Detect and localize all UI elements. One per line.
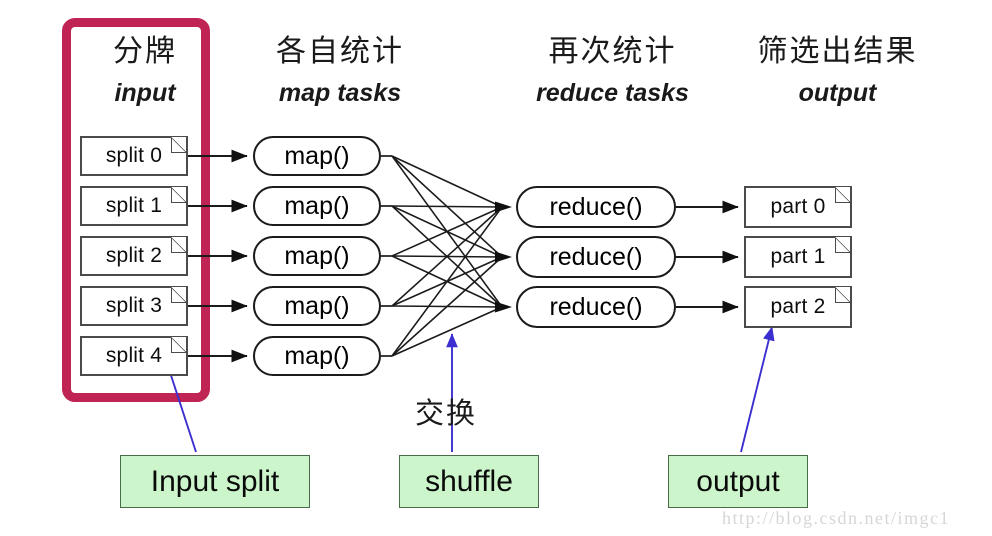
reduce-task-node: reduce() <box>516 186 676 228</box>
column-heading-input-cn: 分牌 <box>113 34 177 69</box>
column-heading-output: 筛选出结果 output <box>735 36 940 106</box>
map-task-label: map() <box>284 241 350 270</box>
input-split-box: split 3 <box>80 286 188 326</box>
column-heading-map-cn: 各自统计 <box>276 34 404 69</box>
map-task-node: map() <box>253 186 381 226</box>
input-split-box: split 4 <box>80 336 188 376</box>
map-task-label: map() <box>284 191 350 220</box>
input-split-label: split 4 <box>105 344 163 367</box>
output-part-box: part 1 <box>744 236 852 278</box>
map-task-label: map() <box>284 341 350 370</box>
reduce-task-node: reduce() <box>516 236 676 278</box>
annotation-output: output <box>668 455 808 508</box>
output-part-box: part 2 <box>744 286 852 328</box>
input-split-label: split 0 <box>105 144 163 167</box>
reduce-task-label: reduce() <box>549 192 643 221</box>
map-task-node: map() <box>253 236 381 276</box>
page-fold-icon <box>171 237 186 253</box>
reduce-task-node: reduce() <box>516 286 676 328</box>
map-task-label: map() <box>284 141 350 170</box>
annotation-input-split: Input split <box>120 455 310 508</box>
annotation-shuffle: shuffle <box>399 455 539 508</box>
column-heading-map: 各自统计 map tasks <box>240 36 440 106</box>
page-fold-icon <box>171 187 186 203</box>
input-split-label: split 2 <box>105 244 163 267</box>
output-part-box: part 0 <box>744 186 852 228</box>
page-fold-icon <box>171 337 186 353</box>
column-heading-input: 分牌 input <box>80 36 210 106</box>
input-split-label: split 1 <box>105 194 163 217</box>
annotation-shuffle-label: shuffle <box>425 464 513 498</box>
input-split-box: split 2 <box>80 236 188 276</box>
map-task-label: map() <box>284 291 350 320</box>
input-split-box: split 1 <box>80 186 188 226</box>
map-task-node: map() <box>253 136 381 176</box>
column-heading-output-cn: 筛选出结果 <box>757 34 918 69</box>
shuffle-chinese-label: 交换 <box>415 396 478 430</box>
output-part-label: part 0 <box>770 195 826 218</box>
map-task-node: map() <box>253 336 381 376</box>
annotation-output-label: output <box>696 464 780 498</box>
page-fold-icon <box>171 137 186 153</box>
page-fold-icon <box>835 187 850 203</box>
watermark-text: http://blog.csdn.net/imgc1 <box>722 508 950 528</box>
map-task-node: map() <box>253 286 381 326</box>
column-heading-reduce-en: reduce tasks <box>536 78 689 107</box>
mapreduce-dataflow-diagram: 分牌 input 各自统计 map tasks 再次统计 reduce task… <box>0 0 992 536</box>
column-heading-map-en: map tasks <box>278 78 402 107</box>
page-fold-icon <box>835 237 850 253</box>
column-heading-output-en: output <box>798 78 877 107</box>
input-split-box: split 0 <box>80 136 188 176</box>
column-heading-reduce-cn: 再次统计 <box>548 34 677 69</box>
reduce-task-label: reduce() <box>549 242 643 271</box>
column-heading-input-en: input <box>114 78 176 107</box>
annotation-input-split-label: Input split <box>150 464 280 498</box>
output-part-label: part 1 <box>770 245 826 268</box>
input-split-label: split 3 <box>105 294 163 317</box>
page-fold-icon <box>835 287 850 303</box>
column-heading-reduce: 再次统计 reduce tasks <box>505 36 720 106</box>
output-part-label: part 2 <box>770 295 826 318</box>
page-fold-icon <box>171 287 186 303</box>
reduce-task-label: reduce() <box>549 292 643 321</box>
